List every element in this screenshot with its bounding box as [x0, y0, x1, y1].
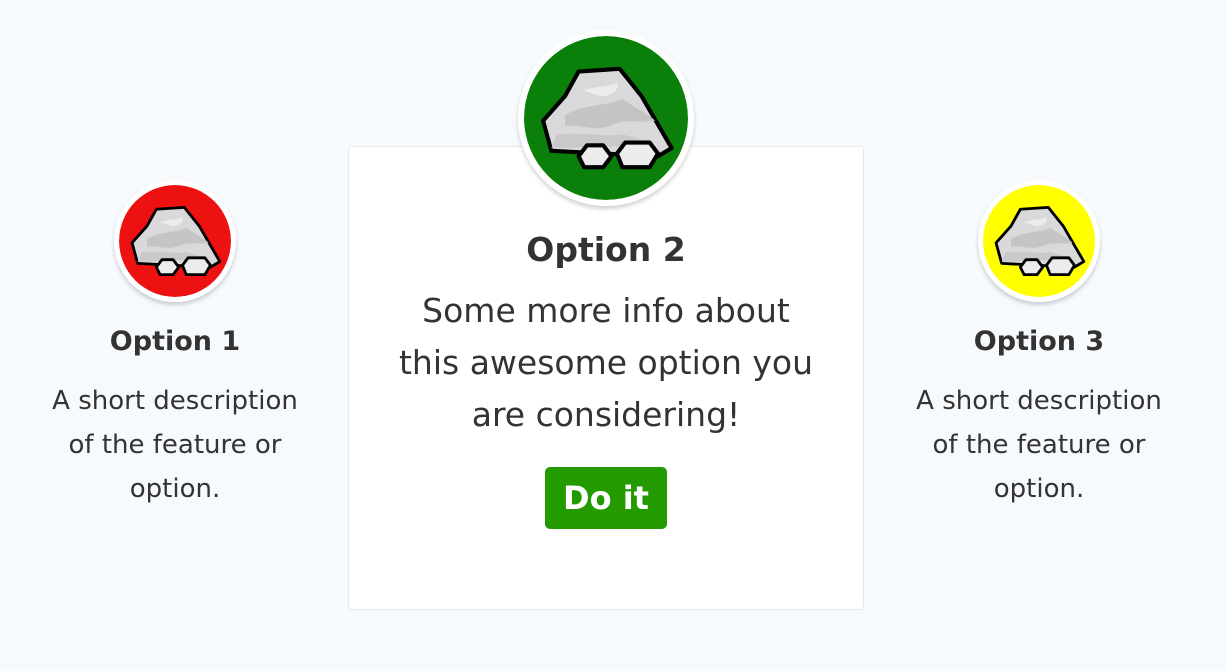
- rock-icon: [994, 206, 1086, 276]
- rock-icon: [130, 206, 222, 276]
- option-2-title: Option 2: [526, 230, 686, 269]
- option-card-2: Option 2 Some more info about this aweso…: [348, 30, 864, 529]
- do-it-button[interactable]: Do it: [545, 467, 667, 529]
- rock-icon: [541, 66, 674, 170]
- option-2-description: Some more info about this awesome option…: [398, 291, 813, 434]
- option-card-3: Option 3 A short description of the feat…: [894, 180, 1184, 511]
- option-1-description: A short description of the feature or op…: [52, 386, 298, 504]
- option-1-avatar: [114, 180, 236, 302]
- option-card-1: Option 1 A short description of the feat…: [30, 180, 320, 511]
- option-1-title: Option 1: [109, 326, 241, 357]
- option-3-avatar: [978, 180, 1100, 302]
- option-3-description: A short description of the feature or op…: [916, 386, 1162, 504]
- option-3-title: Option 3: [973, 326, 1105, 357]
- option-2-avatar: [518, 30, 694, 206]
